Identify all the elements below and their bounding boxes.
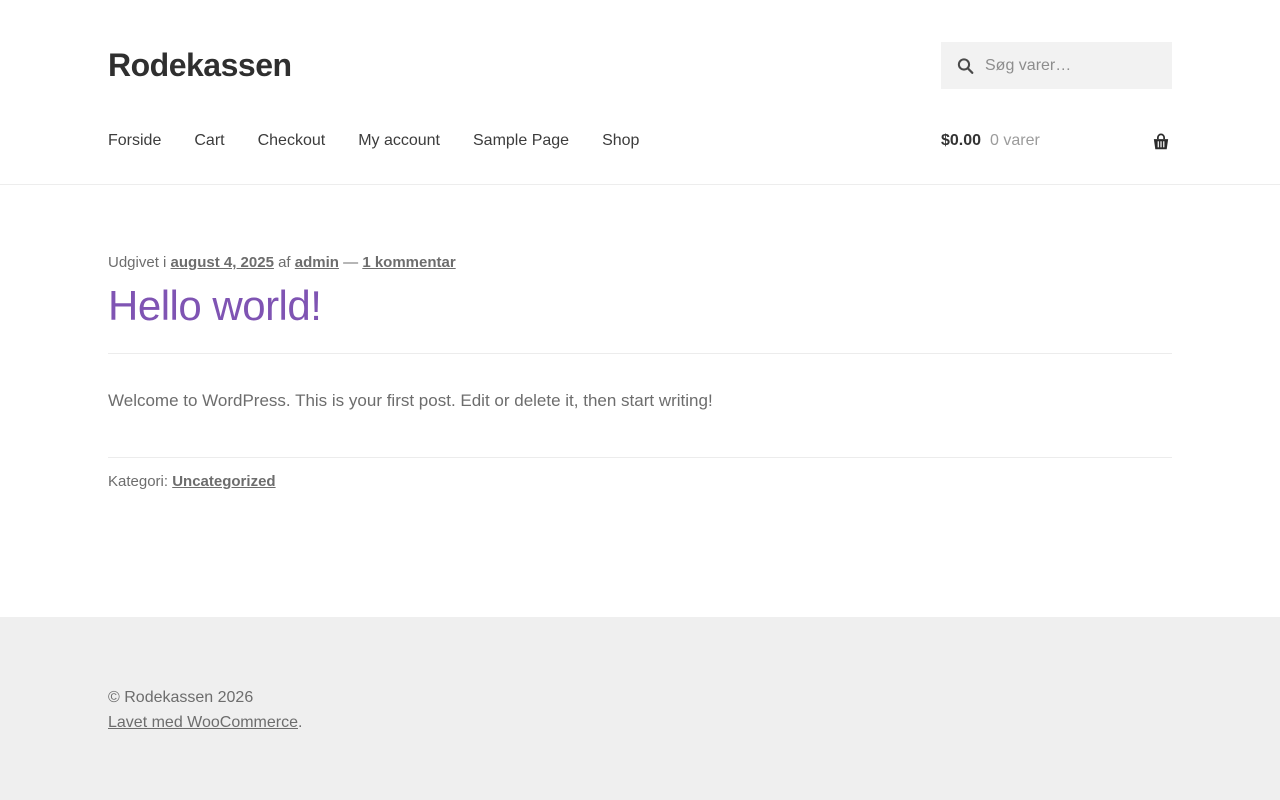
credit-line: Lavet med WooCommerce. [108,712,1172,733]
woocommerce-credit-link[interactable]: Lavet med WooCommerce [108,714,298,731]
cart-total: $0.00 [941,132,982,149]
site-title-link[interactable]: Rodekassen [108,47,292,84]
site-header: Rodekassen Forside Cart Checkout My acco… [0,0,1280,185]
search-input[interactable] [941,42,1172,89]
copyright-text: © Rodekassen 2026 [108,689,254,706]
credit-suffix: . [298,714,303,731]
nav-item-cart[interactable]: Cart [194,132,224,150]
post-author-link[interactable]: admin [295,254,339,271]
nav-item-sample-page[interactable]: Sample Page [473,132,569,150]
post-body: Welcome to WordPress. This is your first… [108,391,713,410]
category-label: Kategori: [108,473,169,490]
divider [108,457,1172,458]
main-content: Udgivet i august 4, 2025 af admin — 1 ko… [0,185,1280,617]
post-meta: Udgivet i august 4, 2025 af admin — 1 ko… [108,253,1172,273]
post-date-link[interactable]: august 4, 2025 [171,254,274,271]
post-article: Udgivet i august 4, 2025 af admin — 1 ko… [108,253,1172,492]
nav-item-checkout[interactable]: Checkout [258,132,326,150]
nav-item-forside[interactable]: Forside [108,132,161,150]
post-comments-link[interactable]: 1 kommentar [362,254,455,271]
primary-nav: Forside Cart Checkout My account Sample … [108,132,639,150]
site-footer: © Rodekassen 2026 Lavet med WooCommerce. [0,617,1280,800]
category-link[interactable]: Uncategorized [172,473,275,490]
post-categories: Kategori: Uncategorized [108,472,1172,492]
published-prefix: Udgivet i [108,254,167,271]
basket-icon [1150,130,1172,152]
nav-item-my-account[interactable]: My account [358,132,440,150]
divider [108,353,1172,354]
meta-separator: — [343,254,359,271]
product-search-form [941,42,1172,89]
nav-item-shop[interactable]: Shop [602,132,639,150]
author-prefix: af [278,254,291,271]
post-title: Hello world! [108,278,1172,333]
post-title-link[interactable]: Hello world! [108,282,322,329]
cart-item-count: 0 varer [990,132,1040,149]
cart-link[interactable]: $0.00 0 varer [941,130,1172,152]
search-icon [957,57,974,74]
